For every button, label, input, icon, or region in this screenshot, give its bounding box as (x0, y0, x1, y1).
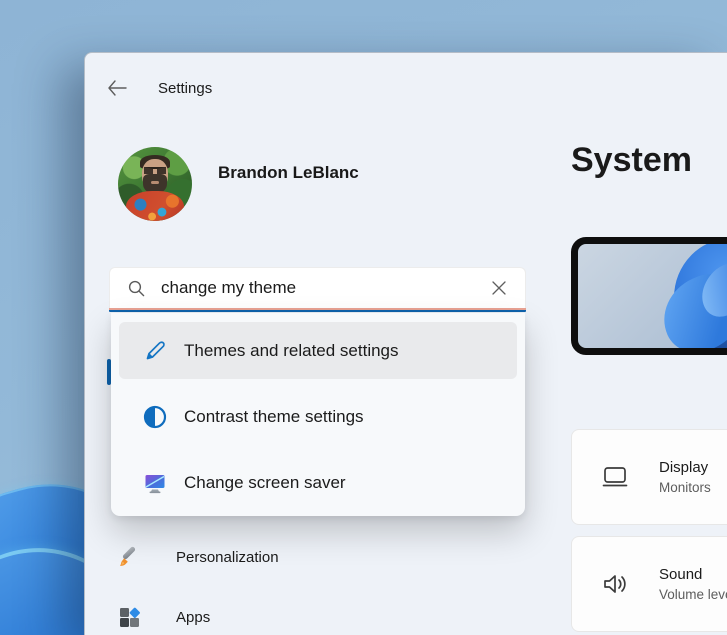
desktop: Settings Brandon LeBlanc (0, 0, 727, 635)
search-results-flyout: Themes and related settings Contrast the… (111, 313, 525, 516)
search-container (109, 267, 526, 312)
avatar[interactable] (118, 147, 192, 221)
search-icon (128, 280, 145, 297)
back-button[interactable] (99, 73, 135, 103)
page-title: System (571, 141, 692, 180)
close-icon (492, 281, 506, 295)
result-themes-and-related-settings[interactable]: Themes and related settings (119, 322, 517, 379)
display-icon (600, 462, 630, 492)
search-underline-accent (109, 310, 526, 313)
search-input[interactable] (161, 278, 487, 298)
avatar-mouth (151, 181, 159, 184)
clear-search-button[interactable] (487, 276, 511, 300)
card-display[interactable]: Display Monitors (571, 429, 727, 525)
sidebar-item-label: Apps (176, 609, 210, 626)
card-subtitle: Monitors (659, 480, 711, 495)
result-change-screen-saver[interactable]: Change screen saver (119, 454, 517, 511)
card-sound[interactable]: Sound Volume levels (571, 536, 727, 632)
contrast-icon (143, 405, 167, 429)
result-label: Change screen saver (184, 473, 346, 493)
card-title: Display (659, 459, 711, 476)
window-title: Settings (158, 80, 212, 97)
pen-icon (143, 339, 167, 363)
apps-icon (117, 605, 141, 629)
screensaver-icon (143, 471, 167, 495)
card-title: Sound (659, 566, 727, 583)
user-name: Brandon LeBlanc (218, 163, 359, 183)
avatar-glasses (144, 167, 166, 174)
result-contrast-theme-settings[interactable]: Contrast theme settings (119, 388, 517, 445)
paintbrush-icon (117, 545, 141, 569)
avatar-shirt (126, 191, 184, 221)
back-arrow-icon (107, 80, 127, 96)
device-preview-image (571, 237, 727, 355)
settings-window: Settings Brandon LeBlanc (84, 52, 727, 635)
search-box[interactable] (109, 267, 526, 308)
card-subtitle: Volume levels (659, 587, 727, 602)
result-label: Contrast theme settings (184, 407, 364, 427)
speaker-icon (600, 569, 630, 599)
sidebar-item-label: Personalization (176, 549, 279, 566)
result-label: Themes and related settings (184, 341, 399, 361)
sidebar-item-personalization[interactable]: Personalization (109, 542, 409, 572)
sidebar-item-apps[interactable]: Apps (109, 602, 409, 632)
